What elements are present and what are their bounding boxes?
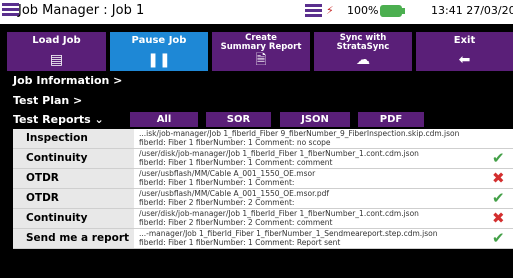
test-reports-node[interactable]: Test Reports ⌄ bbox=[13, 113, 104, 126]
cross-icon: ✖ bbox=[492, 169, 505, 187]
report-name: OTDR bbox=[13, 189, 134, 208]
exit-button[interactable]: Exit ⬅ bbox=[416, 32, 513, 71]
report-path: /user/disk/job-manager/Job 1_fiberId_Fib… bbox=[139, 209, 419, 218]
window-title: Job Manager : Job 1 bbox=[18, 3, 145, 18]
sync-stratasync-label: Sync with StrataSync bbox=[336, 33, 390, 52]
pause-job-label: Pause Job bbox=[131, 35, 187, 46]
report-name: Inspection bbox=[13, 129, 134, 148]
report-name: Send me a report bbox=[13, 229, 134, 248]
menu-icon[interactable] bbox=[2, 3, 19, 20]
report-meta: fiberId: Fiber 1 fiberNumber: 1 Comment: bbox=[139, 178, 295, 187]
cross-icon: ✖ bbox=[492, 209, 505, 227]
report-name: OTDR bbox=[13, 169, 134, 188]
table-row[interactable]: OTDR /user/usbflash/MM/Cable A_001_1550_… bbox=[13, 189, 513, 209]
pause-job-button[interactable]: Pause Job ❚❚ bbox=[110, 32, 208, 71]
filter-sor-button[interactable]: SOR bbox=[206, 112, 271, 127]
network-off-icon: ⚡ bbox=[326, 4, 334, 17]
test-plan-node[interactable]: Test Plan > bbox=[13, 94, 82, 107]
sync-stratasync-button[interactable]: Sync with StrataSync ☁ bbox=[314, 32, 412, 71]
report-meta: fiberId: Fiber 1 fiberNumber: 1 Comment:… bbox=[139, 158, 333, 167]
exit-label: Exit bbox=[453, 35, 476, 46]
battery-icon bbox=[380, 5, 405, 17]
load-job-label: Load Job bbox=[32, 35, 81, 46]
table-row[interactable]: Continuity /user/disk/job-manager/Job 1_… bbox=[13, 149, 513, 169]
table-row[interactable]: Continuity /user/disk/job-manager/Job 1_… bbox=[13, 209, 513, 229]
report-meta: fiberId: Fiber 1 fiberNumber: 1 Comment:… bbox=[139, 138, 331, 147]
title-bar: Job Manager : Job 1 ⚡ 100% 13:41 27/03/2… bbox=[0, 0, 513, 24]
check-icon: ✔ bbox=[492, 229, 505, 247]
load-job-button[interactable]: Load Job ▤ bbox=[7, 32, 106, 71]
report-path: /user/usbflash/MM/Cable A_001_1550_OE.ms… bbox=[139, 189, 330, 198]
filter-all-button[interactable]: All bbox=[130, 112, 198, 127]
report-name: Continuity bbox=[13, 209, 134, 228]
toolbar: Load Job ▤ Pause Job ❚❚ Create Summary R… bbox=[7, 32, 513, 71]
check-icon: ✔ bbox=[492, 189, 505, 207]
job-information-node[interactable]: Job Information > bbox=[13, 74, 122, 87]
report-path: ...isk/job-manager/Job 1_fiberId_Fiber 9… bbox=[139, 129, 460, 138]
table-row[interactable]: Inspection ...isk/job-manager/Job 1_fibe… bbox=[13, 129, 513, 149]
table-row[interactable]: OTDR /user/usbflash/MM/Cable A_001_1550_… bbox=[13, 169, 513, 189]
report-table: Inspection ...isk/job-manager/Job 1_fibe… bbox=[13, 129, 513, 249]
report-name: Continuity bbox=[13, 149, 134, 168]
load-icon: ▤ bbox=[49, 52, 64, 68]
clock: 13:41 27/03/2020 bbox=[431, 4, 513, 17]
check-icon: ✔ bbox=[492, 149, 505, 167]
report-icon: 🗎 bbox=[255, 52, 267, 68]
filter-json-button[interactable]: JSON bbox=[280, 112, 350, 127]
report-meta: fiberId: Fiber 1 fiberNumber: 1 Comment:… bbox=[139, 238, 341, 247]
report-path: /user/usbflash/MM/Cable A_001_1550_OE.ms… bbox=[139, 169, 316, 178]
back-arrow-icon: ⬅ bbox=[458, 52, 471, 68]
pause-icon: ❚❚ bbox=[147, 52, 171, 68]
battery-percent: 100% bbox=[347, 4, 379, 17]
table-row[interactable]: Send me a report ...-manager/Job 1_fiber… bbox=[13, 229, 513, 249]
job-list-icon[interactable] bbox=[305, 4, 322, 20]
report-path: /user/disk/job-manager/Job 1_fiberId_Fib… bbox=[139, 149, 419, 158]
report-meta: fiberId: Fiber 2 fiberNumber: 2 Comment: bbox=[139, 198, 295, 207]
filter-pdf-button[interactable]: PDF bbox=[358, 112, 424, 127]
cloud-icon: ☁ bbox=[356, 52, 370, 68]
create-summary-report-button[interactable]: Create Summary Report 🗎 bbox=[212, 32, 310, 71]
report-meta: fiberId: Fiber 2 fiberNumber: 2 Comment:… bbox=[139, 218, 333, 227]
create-summary-report-label: Create Summary Report bbox=[220, 33, 302, 52]
report-path: ...-manager/Job 1_fiberId_Fiber 1_fiberN… bbox=[139, 229, 438, 238]
